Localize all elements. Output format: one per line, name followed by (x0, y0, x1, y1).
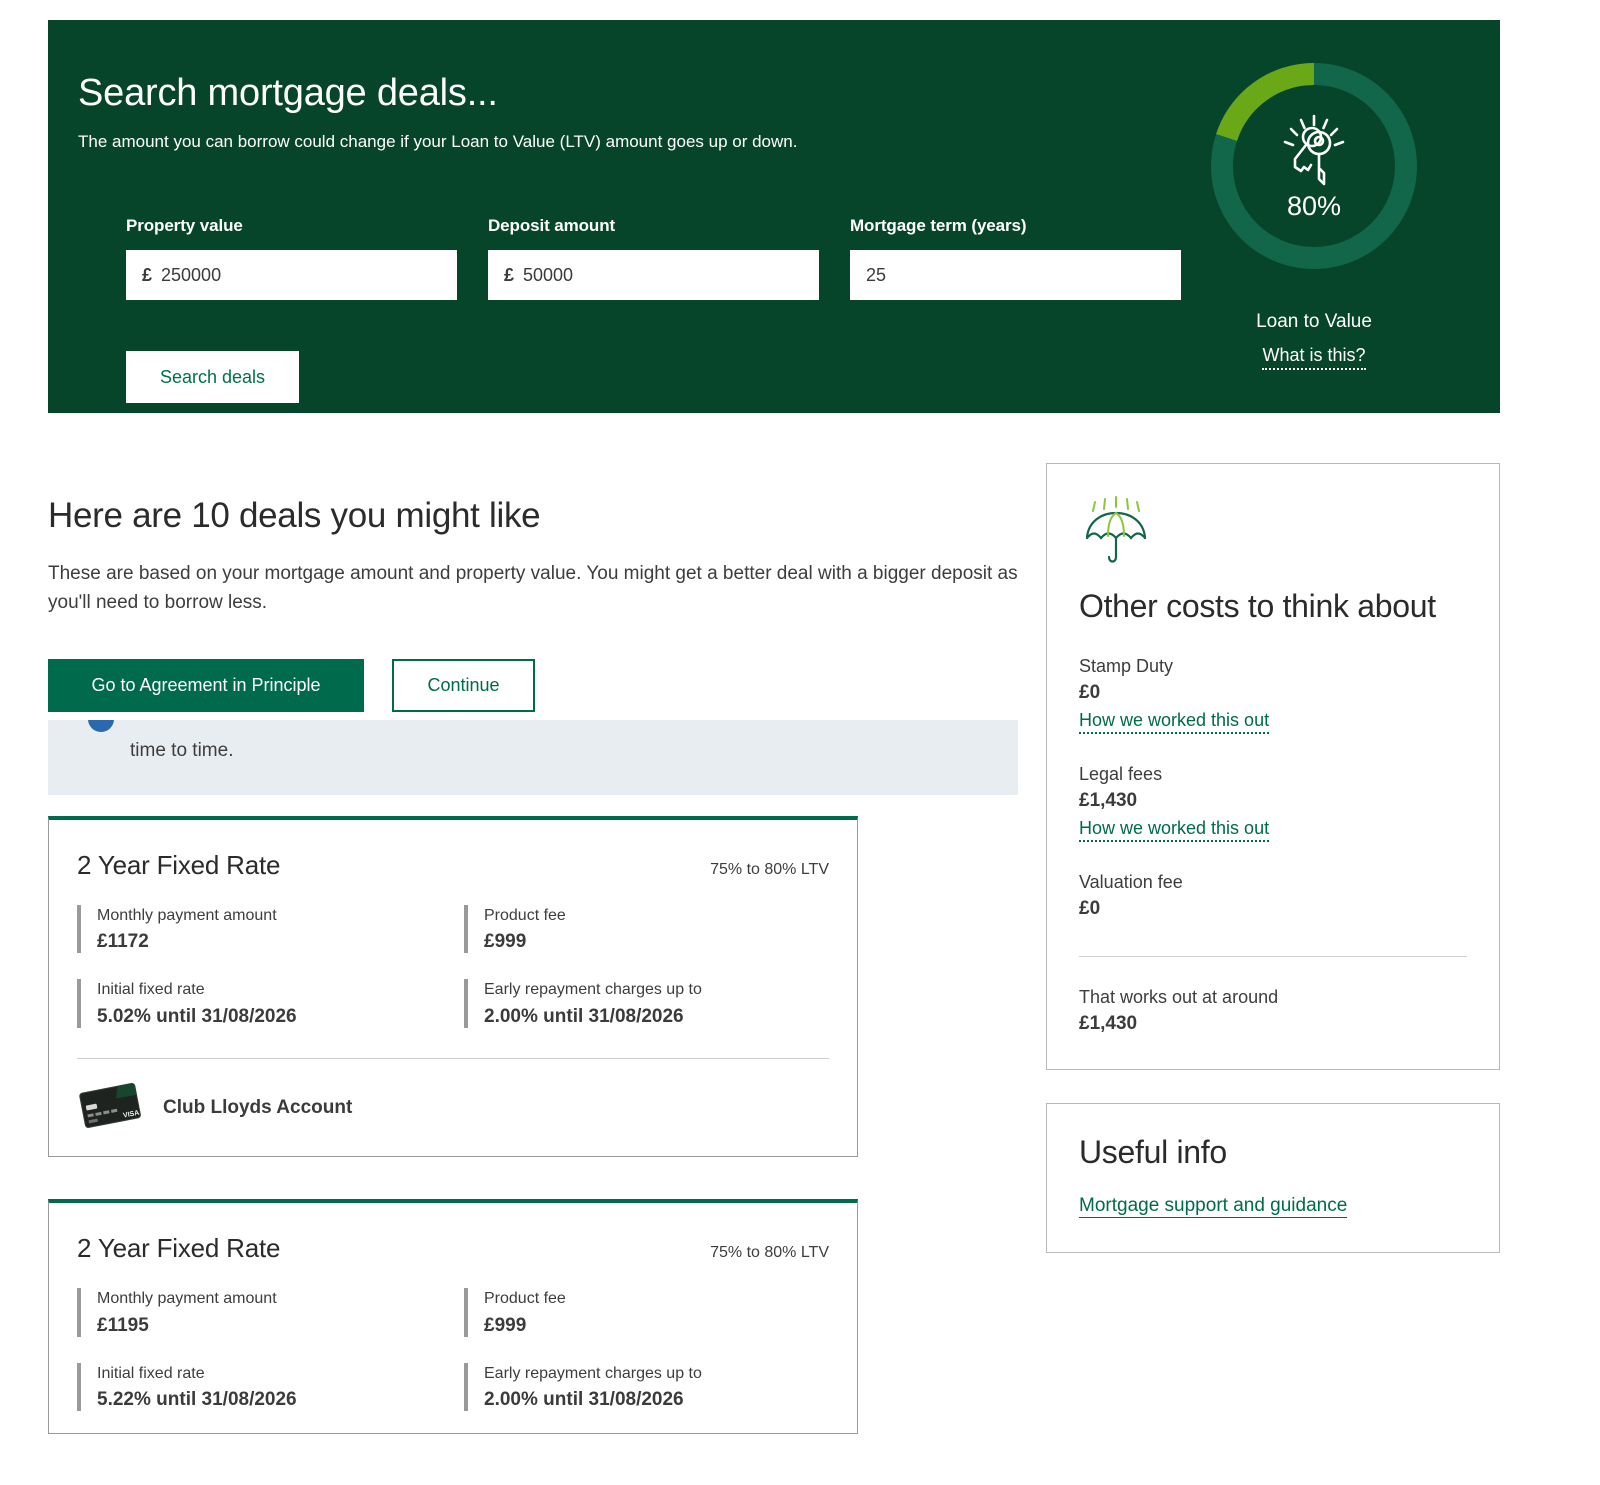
label-deposit-amount: Deposit amount (488, 216, 616, 235)
hero-subtitle: The amount you can borrow could change i… (78, 131, 798, 151)
stamp-duty-explainer-link[interactable]: How we worked this out (1079, 710, 1270, 735)
deals-results-section: Here are 10 deals you might like These a… (48, 495, 1018, 1435)
results-heading: Here are 10 deals you might like (48, 496, 541, 535)
umbrella-icon (1079, 494, 1467, 577)
deal-card-header: 2 Year Fixed Rate 75% to 80% LTV (77, 1233, 829, 1264)
field-group-property-value: Property value £ (126, 216, 457, 300)
deal-detail-early-repayment: Early repayment charges up to 2.00% unti… (464, 1362, 829, 1412)
cost-value: £0 (1079, 682, 1101, 704)
cost-row-legal-fees: Legal fees £1,430 How we worked this out (1079, 764, 1467, 843)
deal-detail-label: Monthly payment amount (97, 1290, 277, 1308)
deal-detail-value: 5.22% until 31/08/2026 (97, 1389, 297, 1411)
deal-card[interactable]: 2 Year Fixed Rate 75% to 80% LTV Monthly… (48, 815, 858, 1158)
property-value-input[interactable] (161, 264, 441, 286)
deal-detail-label: Initial fixed rate (97, 981, 205, 999)
ltv-donut-chart: 80% (1208, 60, 1420, 272)
debit-card-icon: VISA (77, 1081, 143, 1134)
ltv-donut-center: 80% (1208, 60, 1420, 272)
deal-linked-account: VISA Club Lloyds Account (77, 1081, 829, 1134)
label-property-value: Property value (126, 216, 243, 235)
cost-value: £1,430 (1079, 790, 1138, 812)
deal-detail-value: £999 (484, 1314, 527, 1336)
page-title: Search mortgage deals... (78, 72, 498, 114)
property-value-field[interactable]: £ (126, 250, 457, 300)
deal-detail-label: Product fee (484, 906, 566, 924)
total-label: That works out at around (1079, 987, 1279, 1008)
info-banner-text: time to time. (130, 740, 234, 761)
field-group-deposit-amount: Deposit amount £ (488, 216, 819, 300)
deal-detail-value: 5.02% until 31/08/2026 (97, 1006, 297, 1028)
deal-card[interactable]: 2 Year Fixed Rate 75% to 80% LTV Monthly… (48, 1199, 858, 1435)
mortgage-support-link[interactable]: Mortgage support and guidance (1079, 1195, 1348, 1219)
deal-detail-label: Product fee (484, 1290, 566, 1308)
sidebar-divider (1079, 956, 1467, 958)
cost-row-total: That works out at around £1,430 (1079, 987, 1467, 1035)
currency-symbol-icon: £ (142, 264, 153, 285)
deal-detail-product-fee: Product fee £999 (464, 1288, 829, 1337)
currency-symbol-icon: £ (504, 264, 515, 285)
deal-detail-label: Early repayment charges up to (484, 1364, 702, 1382)
deal-detail-monthly-payment: Monthly payment amount £1195 (77, 1288, 442, 1337)
keys-icon (1275, 113, 1353, 189)
info-icon (88, 720, 114, 732)
hero-text-block: Search mortgage deals... The amount you … (78, 72, 1178, 153)
deal-detail-label: Initial fixed rate (97, 1364, 205, 1382)
deposit-amount-input[interactable] (523, 264, 803, 286)
deal-detail-initial-rate: Initial fixed rate 5.22% until 31/08/202… (77, 1362, 442, 1412)
deal-account-name: Club Lloyds Account (163, 1096, 353, 1118)
deal-detail-value: £999 (484, 931, 527, 953)
other-costs-panel: Other costs to think about Stamp Duty £0… (1046, 463, 1500, 1071)
deal-card-header: 2 Year Fixed Rate 75% to 80% LTV (77, 850, 829, 881)
search-deals-button[interactable]: Search deals (126, 351, 299, 403)
deal-detail-value: £1172 (97, 931, 149, 953)
results-subheading: These are based on your mortgage amount … (48, 563, 1018, 614)
loan-to-value-widget: 80% Loan to Value What is this? (1208, 60, 1420, 370)
deal-detail-grid: Monthly payment amount £1172 Product fee… (77, 904, 829, 1029)
deal-detail-product-fee: Product fee £999 (464, 904, 829, 954)
cost-row-valuation-fee: Valuation fee £0 (1079, 872, 1467, 920)
other-costs-title: Other costs to think about (1079, 588, 1436, 624)
ltv-percent: 80% (1286, 190, 1342, 221)
cost-label: Legal fees (1079, 764, 1163, 785)
deal-detail-value: £1195 (97, 1314, 149, 1336)
total-value: £1,430 (1079, 1013, 1138, 1035)
ltv-caption: Loan to Value (1256, 311, 1372, 332)
cost-row-stamp-duty: Stamp Duty £0 How we worked this out (1079, 656, 1467, 735)
deal-detail-label: Early repayment charges up to (484, 981, 702, 999)
deal-detail-early-repayment: Early repayment charges up to 2.00% unti… (464, 979, 829, 1029)
deal-detail-label: Monthly payment amount (97, 906, 277, 924)
results-action-buttons: Go to Agreement in Principle Continue (48, 658, 1018, 712)
deal-detail-value: 2.00% until 31/08/2026 (484, 1389, 684, 1411)
deal-detail-initial-rate: Initial fixed rate 5.02% until 31/08/202… (77, 979, 442, 1029)
agreement-in-principle-button[interactable]: Go to Agreement in Principle (48, 658, 364, 712)
cost-label: Stamp Duty (1079, 656, 1174, 677)
label-mortgage-term: Mortgage term (years) (850, 216, 1027, 235)
deal-title: 2 Year Fixed Rate (77, 849, 281, 880)
mortgage-search-panel: Search mortgage deals... The amount you … (48, 20, 1500, 413)
deal-detail-grid: Monthly payment amount £1195 Product fee… (77, 1288, 829, 1412)
useful-info-title: Useful info (1079, 1134, 1227, 1171)
sidebar: Other costs to think about Stamp Duty £0… (1046, 463, 1500, 1254)
cost-label: Valuation fee (1079, 872, 1183, 893)
ltv-help-link[interactable]: What is this? (1262, 345, 1366, 370)
deal-divider (77, 1058, 829, 1060)
deal-ltv-range: 75% to 80% LTV (710, 1244, 829, 1262)
cost-value: £0 (1079, 898, 1101, 920)
useful-info-panel: Useful info Mortgage support and guidanc… (1046, 1103, 1500, 1254)
deal-detail-monthly-payment: Monthly payment amount £1172 (77, 904, 442, 954)
field-group-mortgage-term: Mortgage term (years) (850, 216, 1181, 300)
deal-detail-value: 2.00% until 31/08/2026 (484, 1006, 684, 1028)
search-form-fields: Property value £ Deposit amount £ Mortga… (126, 216, 1181, 300)
info-banner: time to time. (48, 720, 1018, 795)
mortgage-term-field[interactable] (850, 250, 1181, 300)
deal-ltv-range: 75% to 80% LTV (710, 860, 829, 878)
deposit-amount-field[interactable]: £ (488, 250, 819, 300)
deal-title: 2 Year Fixed Rate (77, 1233, 281, 1264)
mortgage-term-input[interactable] (866, 264, 1165, 286)
legal-fees-explainer-link[interactable]: How we worked this out (1079, 818, 1270, 843)
continue-button[interactable]: Continue (392, 658, 535, 712)
